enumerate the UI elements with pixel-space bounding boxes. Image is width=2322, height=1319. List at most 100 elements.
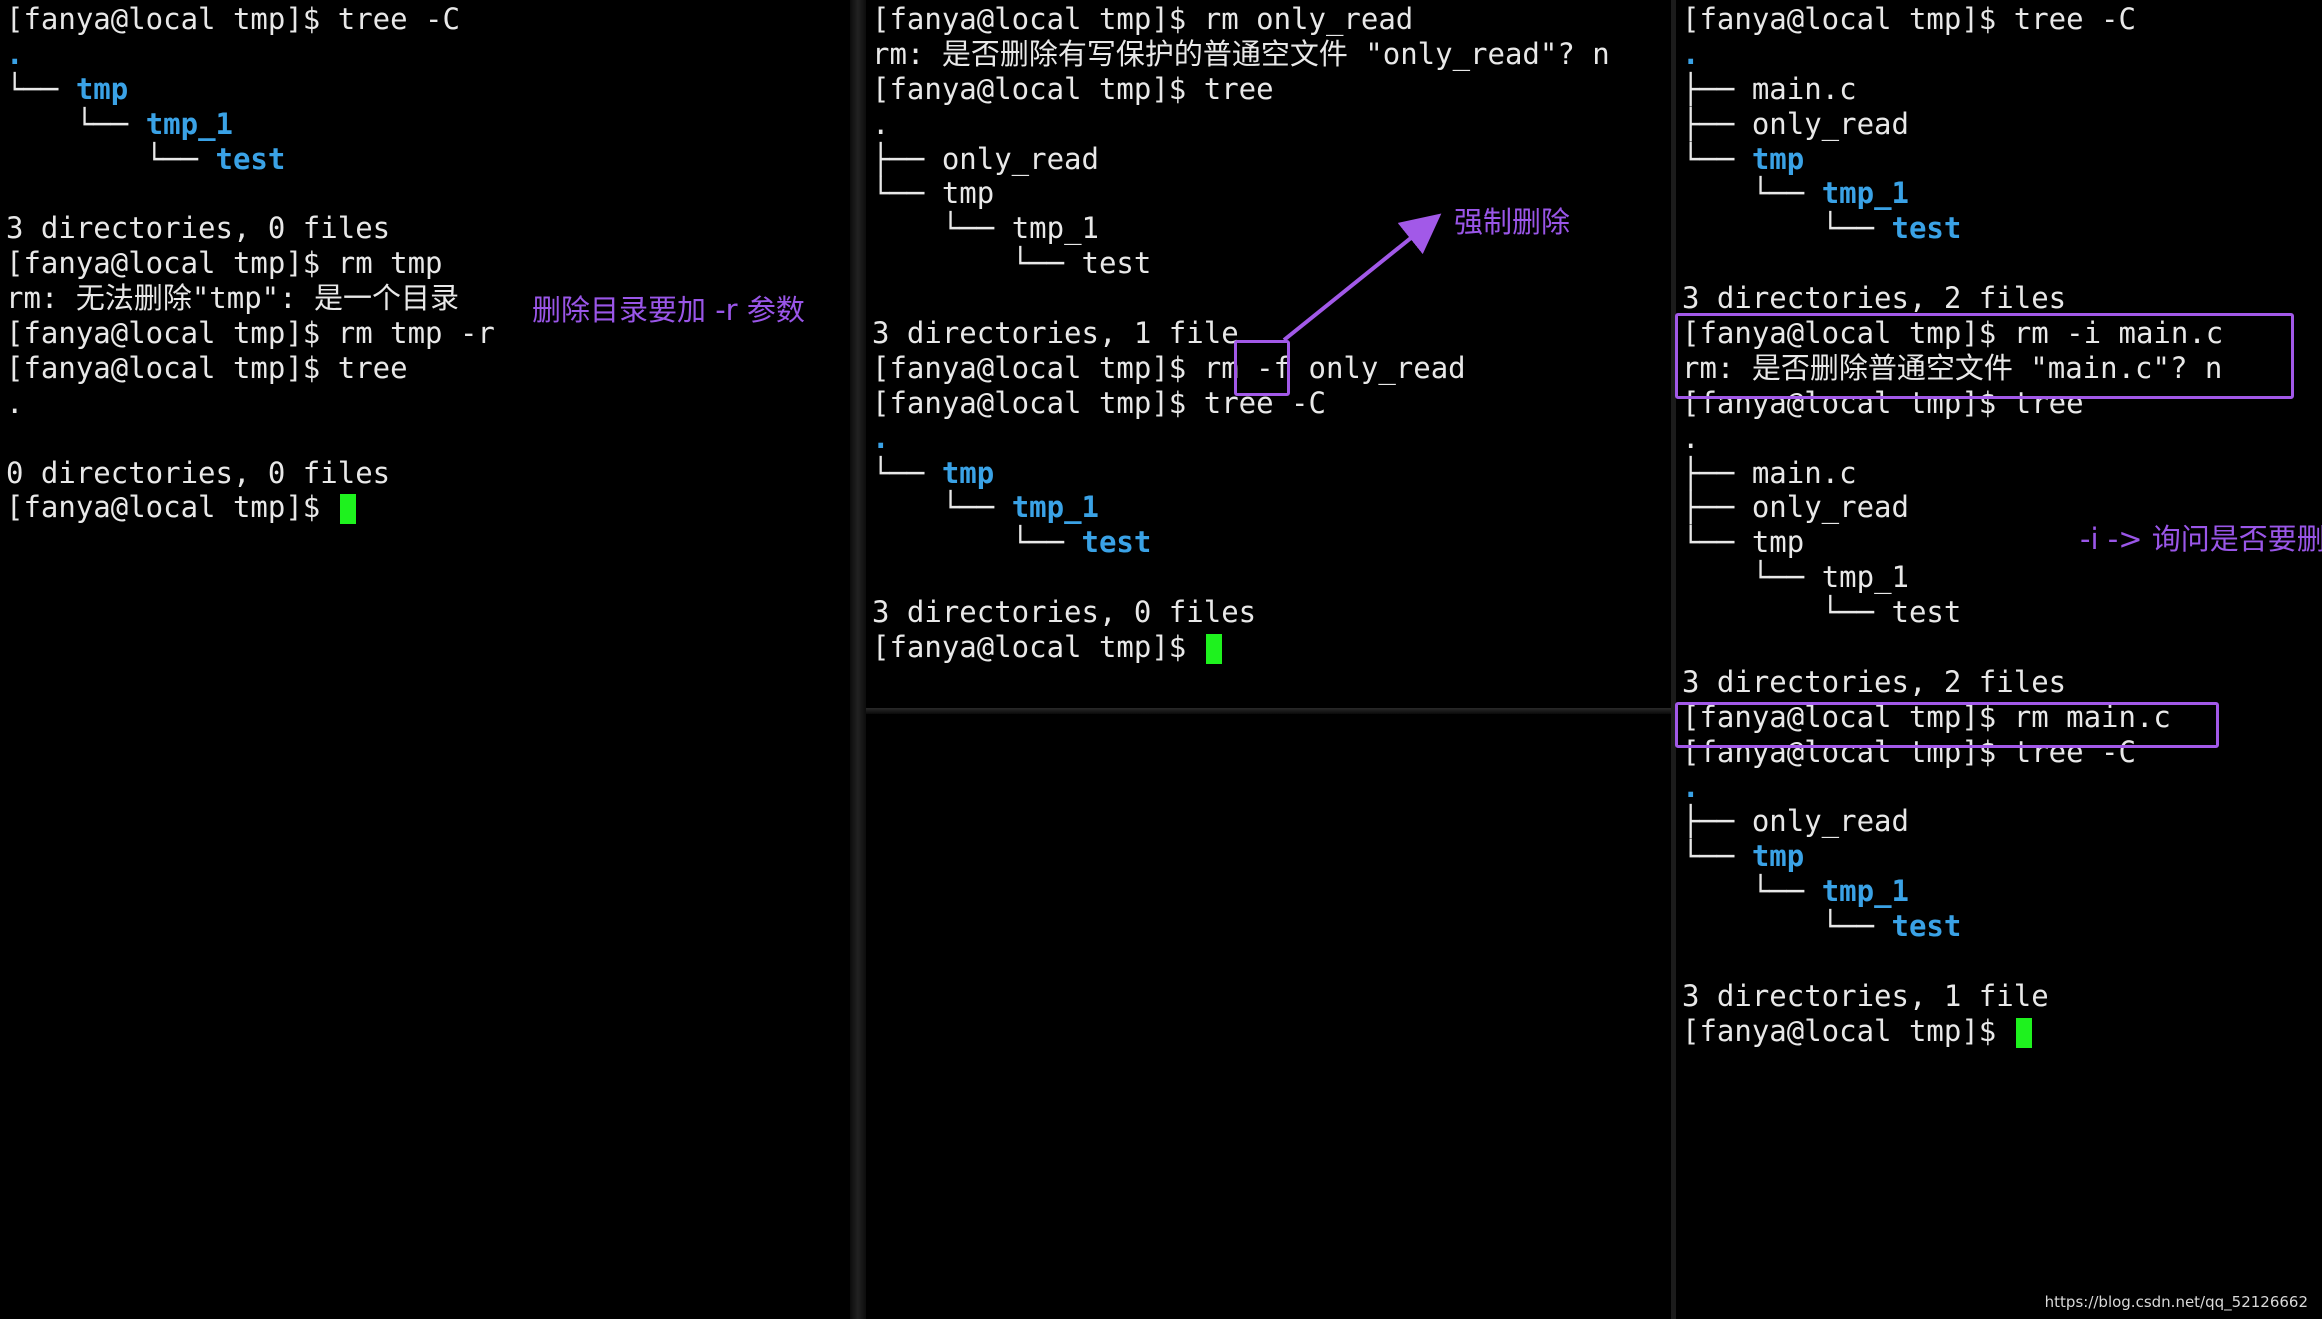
tree-dir-name: tmp_1 — [1821, 176, 1909, 211]
annotation-force-delete: 强制删除 — [1454, 205, 1571, 239]
terminal-line: ├── only_read — [1682, 804, 2223, 839]
pane-divider[interactable] — [866, 708, 1671, 714]
tree-branch: └── — [1682, 141, 1752, 176]
tree-entry-name: tmp_1 — [1821, 560, 1909, 595]
line-text: 3 directories, 0 files — [872, 595, 1257, 630]
terminal-line: └── test — [1682, 211, 2223, 246]
terminal-line: [fanya@local tmp]$ rm tmp — [6, 246, 495, 281]
annotation-interactive: -i -> 询问是否要删 — [2080, 522, 2322, 556]
terminal-line: 3 directories, 0 files — [872, 595, 1610, 630]
tree-entry-name: tmp — [941, 176, 995, 211]
cursor — [339, 494, 356, 525]
terminal-pane-right[interactable]: [fanya@local tmp]$ tree -C. ├── main.c ├──… — [1676, 0, 2322, 1319]
terminal-line: └── tmp_1 — [6, 107, 495, 142]
terminal-line: . — [6, 37, 495, 72]
tree-branch: └── — [1682, 874, 1822, 909]
line-text: 3 directories, 1 file — [872, 316, 1239, 351]
line-text: [fanya@local tmp]$ — [6, 490, 338, 525]
terminal-line: └── test — [872, 246, 1610, 281]
tree-branch: └── — [1682, 909, 1892, 944]
terminal-line: └── test — [872, 525, 1610, 560]
line-text: [fanya@local tmp]$ rm only_read — [872, 2, 1414, 36]
tree-dir-name: tmp_1 — [1821, 874, 1909, 909]
tree-branch: └── — [1682, 525, 1752, 560]
terminal-line: └── test — [1682, 595, 2223, 630]
tree-branch: └── — [872, 490, 1012, 525]
annotation-remove-dir: 删除目录要加 -r 参数 — [532, 293, 805, 327]
terminal-line: . — [1682, 37, 2223, 72]
tree-branch: └── — [1682, 560, 1822, 595]
terminal-line: [fanya@local tmp]$ tree -C — [6, 2, 495, 37]
tree-dir-name: tmp — [941, 455, 995, 490]
terminal-line: [fanya@local tmp]$ rm tmp -r — [6, 316, 495, 351]
tree-branch: ├── — [1682, 106, 1752, 141]
tree-entry-name: test — [1081, 246, 1152, 281]
tree-branch: └── — [1682, 839, 1752, 874]
tree-branch: ├── — [1682, 490, 1752, 525]
terminal-line: [fanya@local tmp]$ — [872, 630, 1610, 665]
terminal-line: [fanya@local tmp]$ — [6, 490, 495, 525]
tree-entry-name: only_read — [1751, 106, 1909, 141]
tree-dir-name: test — [1081, 525, 1152, 560]
terminal-line: . — [1682, 770, 2223, 805]
terminal-line: └── tmp_1 — [1682, 560, 2223, 595]
terminal-line: └── tmp — [872, 456, 1610, 491]
line-text: [fanya@local tmp]$ — [872, 630, 1204, 665]
highlight-box-force-flag — [1234, 340, 1290, 396]
tree-entry-name: tmp — [1751, 525, 1805, 560]
tree-branch: └── — [872, 525, 1082, 560]
terminal-line: ├── only_read — [872, 142, 1610, 177]
line-text: rm: 是否删除有写保护的普通空文件 "only_read"? n — [872, 36, 1610, 71]
tree-dir-name: test — [1891, 211, 1962, 246]
line-text: . — [1682, 36, 1700, 71]
terminal-line: [fanya@local tmp]$ tree — [872, 72, 1610, 107]
terminal-output: [fanya@local tmp]$ tree -C. └── tmp └── t… — [6, 2, 495, 525]
line-text: . — [872, 420, 890, 455]
line-text: [fanya@local tmp]$ tree -C — [1682, 2, 2136, 36]
tree-entry-name: only_read — [941, 141, 1099, 176]
terminal-line: rm: 无法删除"tmp": 是一个目录 — [6, 281, 495, 316]
terminal-line: └── tmp — [1682, 839, 2223, 874]
tree-dir-name: tmp — [1751, 141, 1805, 176]
terminal-line: └── test — [1682, 909, 2223, 944]
line-text: . — [6, 385, 24, 420]
terminal-line: [fanya@local tmp]$ rm only_read — [872, 2, 1610, 37]
tree-branch: ├── — [1682, 71, 1752, 106]
highlight-box-interactive-rm — [1675, 313, 2294, 399]
highlight-box-rm-main — [1675, 702, 2219, 748]
tree-entry-name: main.c — [1751, 71, 1857, 106]
line-text: [fanya@local tmp]$ rm tmp -r — [6, 316, 495, 351]
line-text: 3 directories, 2 files — [1682, 281, 2067, 316]
line-text: [fanya@local tmp]$ tree — [872, 71, 1274, 106]
line-text: . — [1682, 420, 1700, 455]
terminal-output: [fanya@local tmp]$ rm only_read rm: 是否删除有… — [872, 2, 1610, 665]
terminal-line: . — [872, 421, 1610, 456]
tree-entry-name: main.c — [1751, 455, 1857, 490]
line-text: rm: 无法删除"tmp": 是一个目录 — [6, 281, 460, 316]
tree-entry-name: tmp_1 — [1011, 211, 1099, 246]
cursor — [1205, 634, 1222, 665]
line-text: [fanya@local tmp]$ tree -C — [6, 2, 460, 36]
line-text: 3 directories, 0 files — [6, 211, 391, 246]
tree-branch: └── — [6, 106, 146, 141]
terminal-pane-left[interactable]: [fanya@local tmp]$ tree -C. └── tmp └── t… — [0, 0, 850, 1319]
watermark: https://blog.csdn.net/qq_52126662 — [2044, 1293, 2308, 1311]
tree-branch: └── — [872, 455, 942, 490]
tree-dir-name: test — [1891, 909, 1962, 944]
terminal-line: [fanya@local tmp]$ tree — [6, 351, 495, 386]
terminal-line: 3 directories, 1 file — [1682, 979, 2223, 1014]
tree-branch: └── — [1682, 595, 1892, 630]
pane-divider[interactable] — [850, 0, 866, 1319]
tree-dir-name: tmp — [1751, 839, 1805, 874]
terminal-line: 3 directories, 2 files — [1682, 281, 2223, 316]
tree-branch: └── — [872, 176, 942, 211]
line-text: [fanya@local tmp]$ rm tmp — [6, 246, 443, 281]
tree-branch: └── — [872, 246, 1082, 281]
terminal-line: └── test — [6, 142, 495, 177]
terminal-line: └── tmp_1 — [1682, 176, 2223, 211]
